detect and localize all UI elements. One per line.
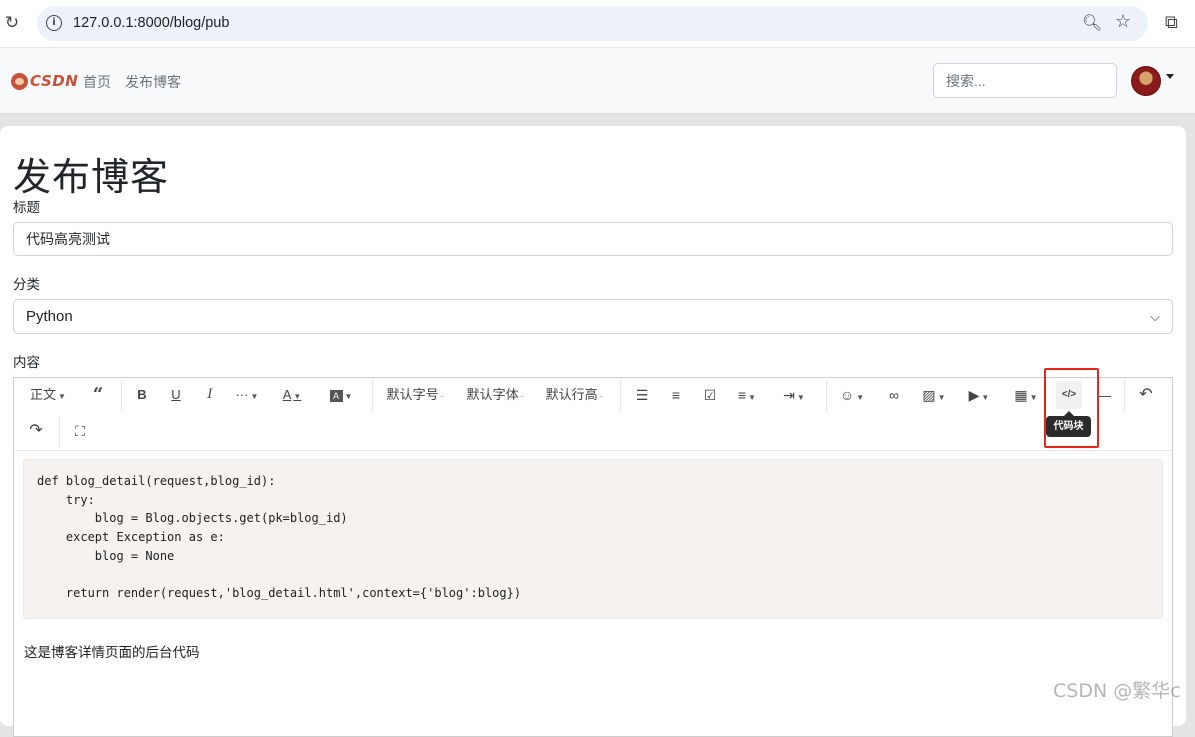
browser-chrome: ↻ i 127.0.0.1:8000/blog/pub 🔍︎ ☆ ⧉ <box>0 0 1195 48</box>
site-info-icon[interactable]: i <box>46 15 62 31</box>
video-icon[interactable]: ▶ ▼ <box>964 381 994 409</box>
code-block[interactable]: def blog_detail(request,blog_id): try: b… <box>23 459 1163 619</box>
nav-link-publish[interactable]: 发布博客 <box>125 72 181 92</box>
bold-icon[interactable]: B <box>130 381 154 409</box>
toolbar-divider <box>620 380 621 412</box>
nav-link-home[interactable]: 首页 <box>83 72 111 92</box>
rich-text-editor: 正文 ▼ “ B U I ··· ▼ A ▼ A ▼ 默认字号 · 默认字体 · 默认行高 ·… <box>13 368 1173 737</box>
url-text[interactable]: 127.0.0.1:8000/blog/pub <box>73 15 229 31</box>
toolbar-divider <box>1124 380 1125 412</box>
logo-mark-icon <box>11 72 28 90</box>
search-input[interactable] <box>933 63 1117 98</box>
todo-checkbox-icon[interactable]: ☑ <box>698 381 722 409</box>
site-navbar: CSDN 首页 发布博客 <box>0 48 1195 114</box>
link-icon[interactable]: ∞ <box>882 381 906 409</box>
editor-toolbar: 正文 ▼ “ B U I ··· ▼ A ▼ A ▼ 默认字号 · 默认字体 · 默认行高 ·… <box>14 368 1172 451</box>
underline-icon[interactable]: U <box>164 381 188 409</box>
emoji-icon[interactable]: ☺ ▼ <box>837 381 867 409</box>
reload-icon[interactable]: ↻ <box>2 13 22 33</box>
redo-icon[interactable]: ↷ <box>24 417 48 445</box>
background-color-icon[interactable]: A ▼ <box>326 381 356 409</box>
font-color-icon[interactable]: A ▼ <box>278 381 306 409</box>
page-title: 发布博客 <box>13 155 170 199</box>
site-logo[interactable]: CSDN <box>11 71 78 91</box>
bulleted-list-icon[interactable]: ☰ <box>630 381 654 409</box>
user-menu-caret-icon[interactable] <box>1166 74 1174 79</box>
more-style-icon[interactable]: ··· ▼ <box>232 381 262 409</box>
table-icon[interactable]: ▦ ▼ <box>1011 381 1041 409</box>
avatar[interactable] <box>1131 66 1161 96</box>
editor-content[interactable]: def blog_detail(request,blog_id): try: b… <box>14 452 1172 736</box>
fullscreen-icon[interactable]: ⛶ <box>68 417 92 445</box>
toolbar-divider <box>59 416 60 448</box>
italic-icon[interactable]: I <box>198 381 222 409</box>
align-icon[interactable]: ≡ ▼ <box>732 381 762 409</box>
font-family-label: 默认字体 <box>466 387 519 402</box>
address-bar[interactable]: i 127.0.0.1:8000/blog/pub 🔍︎ ☆ <box>37 6 1148 41</box>
content-paragraph[interactable]: 这是博客详情页面的后台代码 <box>24 641 200 661</box>
indent-icon[interactable]: ⇥ ▼ <box>779 381 809 409</box>
title-input[interactable] <box>13 222 1173 256</box>
code-block-icon[interactable]: </> <box>1056 381 1082 409</box>
publish-card: 发布博客 标题 分类 Python ⌵ 内容 正文▼ “ B U I ···▼ … <box>0 126 1186 737</box>
logo-text: CSDN <box>30 72 79 90</box>
divider-line-icon[interactable]: — <box>1094 381 1114 409</box>
font-size-label: 默认字号 <box>386 387 439 402</box>
title-label: 标题 <box>13 200 40 215</box>
bookmark-star-icon[interactable]: ☆ <box>1115 11 1131 32</box>
line-height-dropdown[interactable]: 默认行高 · <box>543 381 605 409</box>
chevron-down-icon: ⌵ <box>1150 309 1160 324</box>
category-selected-value: Python <box>26 308 73 325</box>
numbered-list-icon[interactable]: ≡ <box>664 381 688 409</box>
heading-dropdown[interactable]: 正文 ▼ <box>24 381 72 409</box>
content-label: 内容 <box>13 355 40 370</box>
extensions-icon[interactable]: ⧉ <box>1165 12 1178 33</box>
zoom-icon[interactable]: 🔍︎ <box>1082 13 1102 33</box>
category-select[interactable]: Python ⌵ <box>13 299 1173 334</box>
font-size-dropdown[interactable]: 默认字号 · <box>384 381 446 409</box>
blockquote-icon[interactable]: “ <box>84 381 112 409</box>
toolbar-divider <box>121 380 122 412</box>
watermark: CSDN @繁华c <box>1053 680 1181 702</box>
image-icon[interactable]: ▨ ▼ <box>919 381 949 409</box>
toolbar-divider <box>826 380 827 412</box>
toolbar-divider <box>372 380 373 412</box>
heading-label: 正文 <box>30 387 57 402</box>
category-label: 分类 <box>13 277 40 292</box>
line-height-label: 默认行高 <box>545 387 598 402</box>
code-block-tooltip: 代码块 <box>1046 411 1091 437</box>
font-family-dropdown[interactable]: 默认字体 · <box>464 381 526 409</box>
undo-icon[interactable]: ↶ <box>1134 381 1158 409</box>
